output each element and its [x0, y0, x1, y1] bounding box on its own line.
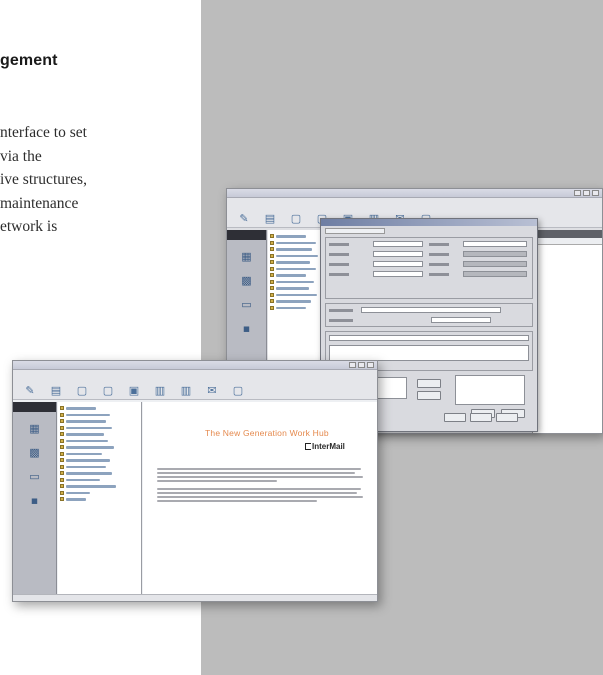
front-sidebar: ▦ ▩ ▭ ▪ [13, 402, 57, 601]
dialog-field [361, 307, 501, 313]
tool-button: ▤ [45, 384, 67, 397]
sidebar-item: ▪ [13, 494, 56, 508]
sidebar-item: ▦ [227, 250, 266, 264]
tool-button: ✉ [201, 384, 223, 397]
close-icon [592, 190, 599, 196]
dialog-field [373, 271, 423, 277]
wrench-icon: ✎ [25, 384, 35, 397]
users-icon: ▪ [242, 322, 251, 335]
body-line: via the [0, 147, 42, 165]
tool-button: ▢ [71, 384, 93, 397]
users-icon: ▪ [30, 494, 39, 507]
body-paragraph: nterface to set via the ive structures, … [0, 121, 200, 239]
mailbox-icon: ▭ [241, 298, 252, 311]
tool-button: ▥ [149, 384, 171, 397]
tool-button: ▢ [285, 212, 307, 225]
sidebar-header [13, 402, 56, 412]
tool-button: ▥ [175, 384, 197, 397]
body-line: nterface to set [0, 124, 87, 141]
tool-button: ▤ [259, 212, 281, 225]
tool-button: ▢ [227, 384, 249, 397]
window-titlebar [227, 189, 602, 198]
back-right-pane [532, 230, 602, 433]
dialog-field [373, 241, 423, 247]
dialog-field [463, 271, 527, 277]
sidebar-item: ▪ [227, 322, 266, 336]
maximize-icon [583, 190, 590, 196]
folder-icon: ▤ [264, 212, 276, 225]
back-window-button [470, 413, 492, 422]
minimize-icon [574, 190, 581, 196]
dialog-titlebar [321, 219, 537, 226]
sidebar-item: ▭ [227, 298, 266, 312]
sidebar-header [227, 230, 266, 240]
dialog-field [329, 345, 529, 361]
wrench-icon: ✎ [239, 212, 249, 225]
content-title: The New Generation Work Hub [205, 428, 329, 438]
server-icon: ▦ [29, 422, 40, 435]
body-line: etwork is [0, 218, 58, 235]
dialog-field [463, 241, 527, 247]
status-bar [13, 594, 377, 601]
dialog-field [329, 335, 529, 341]
close-icon [367, 362, 374, 368]
server-icon: ▦ [241, 250, 252, 263]
copy-icon: ▣ [128, 384, 140, 397]
maximize-icon [358, 362, 365, 368]
tool-button: ▢ [97, 384, 119, 397]
tool-button: ✎ [19, 384, 41, 397]
sidebar-item: ▩ [13, 446, 56, 460]
network-icon: ▩ [29, 446, 40, 459]
dialog-button [417, 379, 441, 388]
sidebar-item: ▦ [13, 422, 56, 436]
section-heading: gement [0, 52, 58, 69]
print-icon: ▥ [154, 384, 166, 397]
window-toolbar: ✎ ▤ ▢ ▢ ▣ ▥ ▥ ✉ ▢ [13, 370, 377, 400]
body-line: maintenance [0, 194, 79, 212]
document-icon: ▢ [232, 384, 244, 397]
mailbox-icon: ▭ [29, 470, 40, 483]
window-titlebar [13, 361, 377, 370]
print-icon: ▥ [180, 384, 192, 397]
mail-icon: ✉ [207, 384, 217, 397]
dialog-field [463, 261, 527, 267]
back-window-button [496, 413, 518, 422]
dialog-field [455, 375, 525, 405]
minimize-icon [349, 362, 356, 368]
document-icon: ▢ [102, 384, 114, 397]
dialog-field [373, 251, 423, 257]
network-icon: ▩ [241, 274, 252, 287]
sidebar-item: ▭ [13, 470, 56, 484]
dialog-field [431, 317, 491, 323]
front-window-screenshot: ✎ ▤ ▢ ▢ ▣ ▥ ▥ ✉ ▢ ▦ ▩ ▭ ▪ The New Genera… [12, 360, 378, 602]
front-content-pane: The New Generation Work Hub InterMail [143, 402, 377, 596]
sidebar-item: ▩ [227, 274, 266, 288]
tool-button: ✎ [233, 212, 255, 225]
dialog-field [463, 251, 527, 257]
logo-mark-icon [305, 443, 311, 450]
document-icon: ▢ [76, 384, 88, 397]
product-logo: InterMail [305, 442, 345, 451]
back-window-button [444, 413, 466, 422]
dialog-field [373, 261, 423, 267]
body-line: ive structures, [0, 171, 87, 188]
front-tree-panel [58, 402, 142, 596]
tool-button: ▣ [123, 384, 145, 397]
document-icon: ▢ [290, 212, 302, 225]
folder-icon: ▤ [50, 384, 62, 397]
dialog-tabs [325, 228, 385, 234]
dialog-button [417, 391, 441, 400]
